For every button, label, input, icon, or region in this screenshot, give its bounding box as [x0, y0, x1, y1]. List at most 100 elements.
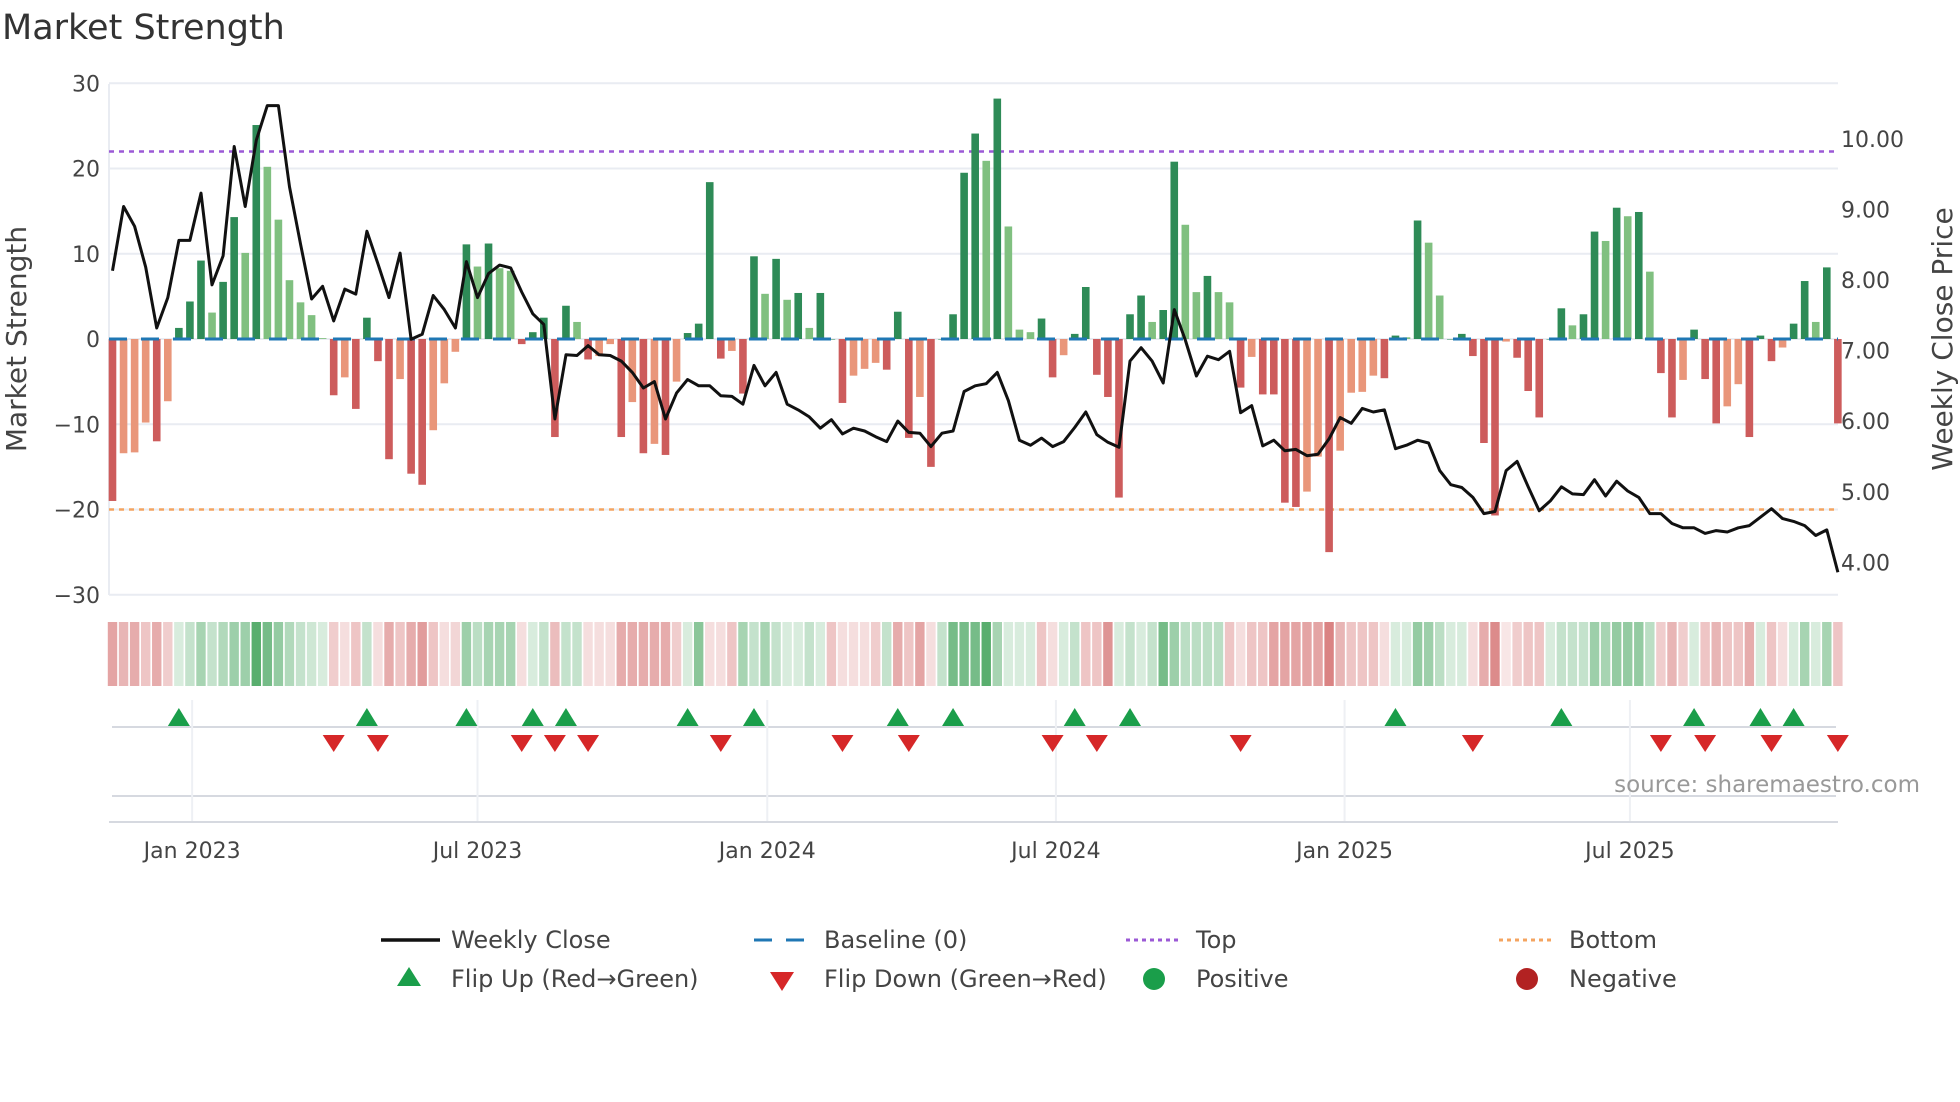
heat-cell	[638, 622, 649, 686]
heat-cell	[1025, 622, 1036, 686]
strength-bar-positive	[230, 217, 238, 339]
flip-up-marker	[1119, 708, 1142, 726]
heat-cell	[1258, 622, 1268, 686]
strength-bar-negative	[1657, 339, 1665, 374]
heat-cell	[1014, 622, 1025, 686]
y-right-tick-label: 8.00	[1841, 269, 1890, 294]
x-tick-label: Jan 2024	[717, 839, 816, 864]
strength-bar-positive	[1634, 211, 1643, 339]
strength-bar-negative	[1059, 339, 1068, 356]
strength-bar-negative	[1369, 339, 1378, 376]
heat-cell	[1368, 622, 1379, 686]
heat-cell	[329, 622, 339, 686]
strength-bar-negative	[860, 339, 869, 369]
strength-bar-positive	[1148, 321, 1156, 339]
flip-up-marker	[676, 708, 699, 726]
market-strength-chart: Market Strength 30 20 10 0 −10 −20 −30 10.00 9.…	[0, 8, 1959, 993]
heat-cell	[174, 622, 184, 686]
heat-cell	[107, 622, 118, 686]
flip-down-marker	[577, 735, 600, 752]
y-tick-label: −20	[54, 499, 100, 524]
strength-bar-negative	[717, 339, 725, 359]
strength-bar-positive	[1568, 325, 1577, 339]
legend-label: Bottom	[1569, 926, 1657, 954]
strength-bar-positive	[816, 292, 825, 339]
heat-cell	[1003, 622, 1014, 686]
strength-bar-positive	[175, 327, 183, 339]
heat-cell	[494, 622, 505, 686]
heat-cell	[915, 622, 925, 686]
x-tick-label: Jul 2024	[1009, 839, 1101, 864]
flip-up-marker	[1782, 708, 1805, 726]
strength-bar-positive	[208, 312, 216, 339]
strength-bar-positive	[562, 305, 570, 339]
strength-bar-positive	[971, 133, 979, 339]
strength-bar-positive	[805, 327, 814, 339]
strength-bar-negative	[429, 339, 438, 431]
heat-cell	[1833, 622, 1843, 686]
heat-cell	[1634, 622, 1644, 686]
heat-cell	[1457, 622, 1467, 686]
heat-cell	[1700, 622, 1710, 686]
flip-down-marker	[1041, 735, 1064, 752]
strength-bar-positive	[1590, 231, 1599, 339]
heat-cell	[815, 622, 826, 686]
strength-bar-negative	[440, 339, 449, 384]
heat-cell	[1047, 622, 1058, 686]
heat-cell	[660, 622, 671, 686]
strength-bar-negative	[1270, 339, 1278, 395]
legend-label: Top	[1195, 926, 1237, 954]
strength-bar-positive	[794, 292, 803, 339]
strength-bar-positive	[1424, 242, 1433, 339]
x-tick-label: Jan 2023	[142, 839, 241, 864]
heat-cell	[1401, 622, 1412, 686]
strength-bar-negative	[451, 339, 460, 352]
legend: Weekly Close Baseline (0) Top Bottom Flip Up…	[381, 926, 1677, 993]
strength-bar-positive	[1004, 226, 1013, 339]
strength-bar-positive	[241, 252, 250, 339]
heat-cell	[693, 622, 704, 686]
y-tick-label: 10	[72, 243, 100, 268]
heat-cell	[1357, 622, 1367, 686]
strength-bar-negative	[119, 339, 128, 454]
strength-bar-negative	[1745, 339, 1754, 438]
flip-down-marker	[1760, 735, 1783, 752]
heat-cell	[959, 622, 969, 686]
flip-down-marker	[322, 735, 345, 752]
heat-cell	[826, 622, 837, 686]
heat-cell	[716, 622, 726, 686]
heat-cell	[1302, 622, 1312, 686]
heat-cell	[893, 622, 903, 686]
heat-cell	[1667, 622, 1677, 686]
strength-bar-negative	[1723, 339, 1732, 407]
heat-cell	[1213, 622, 1224, 686]
heat-cell	[373, 622, 383, 686]
heat-cell	[340, 622, 350, 686]
x-tick-label: Jul 2023	[431, 839, 523, 864]
strength-bar-negative	[739, 339, 747, 394]
strength-bar-negative	[1303, 339, 1311, 492]
heat-cell	[1070, 622, 1080, 686]
heat-cell	[738, 622, 748, 686]
flip-up-marker	[942, 708, 965, 726]
flip-up-marker	[1683, 708, 1706, 726]
strength-bar-positive	[1811, 321, 1820, 339]
y-axis-title-left: Market Strength	[0, 226, 33, 452]
heat-cell	[1479, 622, 1489, 686]
heat-cell	[1158, 622, 1168, 686]
y-axis-left: 30 20 10 0 −10 −20 −30	[54, 72, 100, 609]
heat-cell	[1379, 622, 1390, 686]
heat-cell	[351, 622, 361, 686]
heat-cell	[1512, 622, 1522, 686]
strength-bar-positive	[1214, 292, 1223, 339]
heat-cell	[295, 622, 306, 686]
strength-bar-negative	[329, 339, 338, 396]
strength-bar-positive	[1646, 271, 1654, 339]
strength-bar-negative	[871, 339, 880, 363]
heat-cell	[1822, 622, 1832, 686]
source-label: source: sharemaestro.com	[1614, 772, 1920, 798]
strength-bar-positive	[1789, 323, 1798, 339]
heat-cell	[1777, 622, 1788, 686]
heat-cell	[616, 622, 626, 686]
heat-cell	[207, 622, 217, 686]
